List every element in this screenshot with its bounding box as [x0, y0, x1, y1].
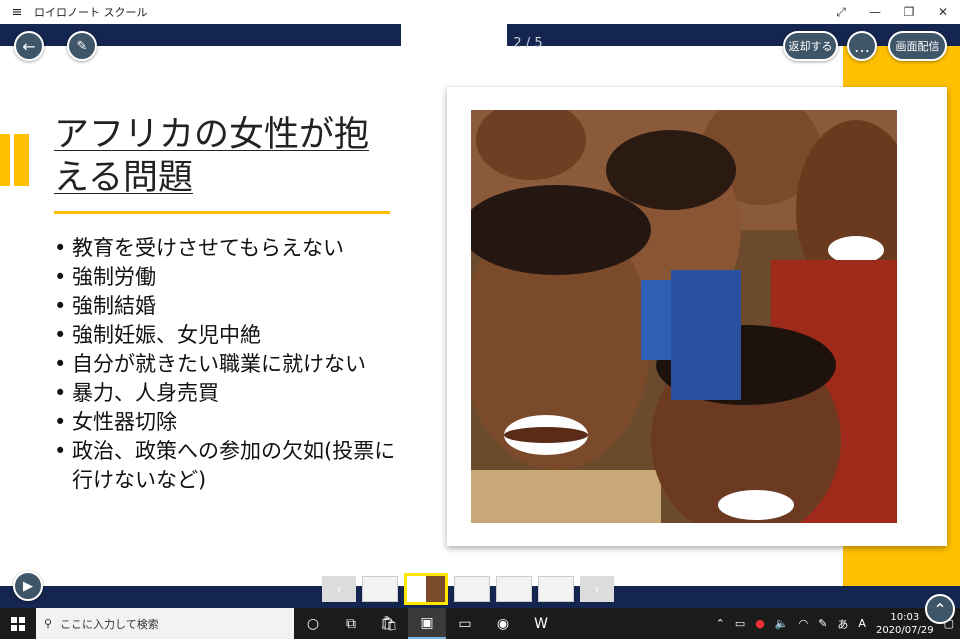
- ime-indicator[interactable]: あ: [837, 616, 848, 632]
- thumbnail-2[interactable]: [404, 573, 448, 605]
- chevron-left-icon: ‹: [336, 582, 342, 596]
- eraser-icon: ✎: [76, 38, 88, 54]
- bullet-item: 教育を受けさせてもらえない: [54, 234, 399, 263]
- store-icon[interactable]: 🛍: [370, 608, 408, 639]
- fullscreen-icon[interactable]: ⤢: [824, 5, 858, 20]
- windows-taskbar: ⚲ ここに入力して検索 ○ ⧉ 🛍 ▣ ▭ ◉ W ⌃ ▭ ● 🔈 ◠ ✎ あ …: [0, 608, 960, 639]
- search-placeholder: ここに入力して検索: [60, 617, 159, 631]
- bullet-item: 強制妊娠、女児中絶: [54, 321, 399, 350]
- bullet-item: 自分が就きたい職業に就けない: [54, 350, 399, 379]
- pen-icon[interactable]: ✎: [818, 617, 827, 630]
- chrome-icon[interactable]: ◉: [484, 608, 522, 639]
- loilonote-app-icon[interactable]: ▣: [408, 608, 446, 639]
- minimize-icon[interactable]: —: [858, 5, 892, 19]
- file-explorer-icon[interactable]: ▭: [446, 608, 484, 639]
- cortana-icon[interactable]: ○: [294, 608, 332, 639]
- broadcast-button[interactable]: 画面配信: [888, 31, 947, 61]
- slide-title: アフリカの女性が抱える問題: [54, 115, 370, 198]
- back-button[interactable]: ←: [14, 31, 44, 61]
- bullet-item: 強制結婚: [54, 292, 399, 321]
- bullet-item: 強制労働: [54, 263, 399, 292]
- play-button[interactable]: ▶: [13, 571, 43, 601]
- title-underline-divider: [54, 211, 390, 214]
- slide-accent-bar-left: [0, 134, 10, 186]
- antivirus-icon[interactable]: ●: [755, 617, 765, 630]
- bullet-item: 女性器切除: [54, 408, 399, 437]
- search-icon: ⚲: [44, 617, 53, 630]
- taskbar-search-input[interactable]: ⚲ ここに入力して検索: [36, 608, 294, 639]
- broadcast-button-label: 画面配信: [895, 40, 940, 53]
- children-photo-illustration: [471, 110, 897, 523]
- slide-accent-bar-left-2: [14, 134, 29, 186]
- battery-icon[interactable]: ▭: [735, 617, 745, 630]
- start-button[interactable]: [0, 608, 36, 639]
- chevron-up-icon[interactable]: ⌃: [716, 617, 725, 630]
- chevron-up-icon: ⌃: [933, 599, 947, 619]
- slide-canvas: アフリカの女性が抱える問題 教育を受けさせてもらえない 強制労働 強制結婚 強制…: [0, 46, 960, 586]
- play-icon: ▶: [23, 578, 33, 594]
- page-tab: [401, 24, 507, 46]
- volume-icon[interactable]: 🔈: [775, 617, 789, 630]
- bullet-item: 暴力、人身売買: [54, 379, 399, 408]
- eraser-button[interactable]: ✎: [67, 31, 97, 61]
- wifi-icon[interactable]: ◠: [799, 617, 809, 630]
- task-view-icon[interactable]: ⧉: [332, 608, 370, 639]
- more-button[interactable]: …: [847, 31, 877, 61]
- more-icon: …: [854, 36, 870, 56]
- clock[interactable]: 10:03 2020/07/29: [876, 611, 934, 637]
- window-title: ロイロノート スクール: [34, 6, 148, 19]
- window-titlebar: ≡ ロイロノート スクール ⤢ — ❐ ✕: [0, 0, 960, 24]
- page-indicator: 2 / 5: [513, 36, 543, 51]
- hamburger-menu-icon[interactable]: ≡: [0, 5, 34, 20]
- word-icon[interactable]: W: [522, 608, 560, 639]
- arrow-left-icon: ←: [22, 36, 36, 56]
- thumbnail-4[interactable]: [496, 576, 532, 602]
- children-photo: [471, 110, 897, 523]
- thumbnail-3[interactable]: [454, 576, 490, 602]
- photo-card: [447, 87, 947, 546]
- adobe-icon[interactable]: A: [858, 617, 866, 630]
- thumbnail-strip: ‹ ›: [322, 573, 614, 605]
- system-tray: ⌃ ▭ ● 🔈 ◠ ✎ あ A 10:03 2020/07/29 ▢: [716, 611, 960, 637]
- bullet-item: 政治、政策への参加の欠如(投票に行けないなど): [54, 437, 399, 495]
- return-button[interactable]: 返却する: [783, 31, 838, 61]
- chevron-right-icon: ›: [594, 582, 600, 596]
- close-icon[interactable]: ✕: [926, 5, 960, 19]
- thumbnail-1[interactable]: [362, 576, 398, 602]
- next-page-button[interactable]: ›: [580, 576, 614, 602]
- return-button-label: 返却する: [788, 40, 833, 53]
- expand-button[interactable]: ⌃: [925, 594, 955, 624]
- restore-icon[interactable]: ❐: [892, 5, 926, 19]
- bullet-list: 教育を受けさせてもらえない 強制労働 強制結婚 強制妊娠、女児中絶 自分が就きた…: [54, 234, 399, 495]
- windows-logo-icon: [11, 616, 25, 631]
- prev-page-button[interactable]: ‹: [322, 576, 356, 602]
- clock-date: 2020/07/29: [875, 624, 934, 636]
- thumbnail-5[interactable]: [538, 576, 574, 602]
